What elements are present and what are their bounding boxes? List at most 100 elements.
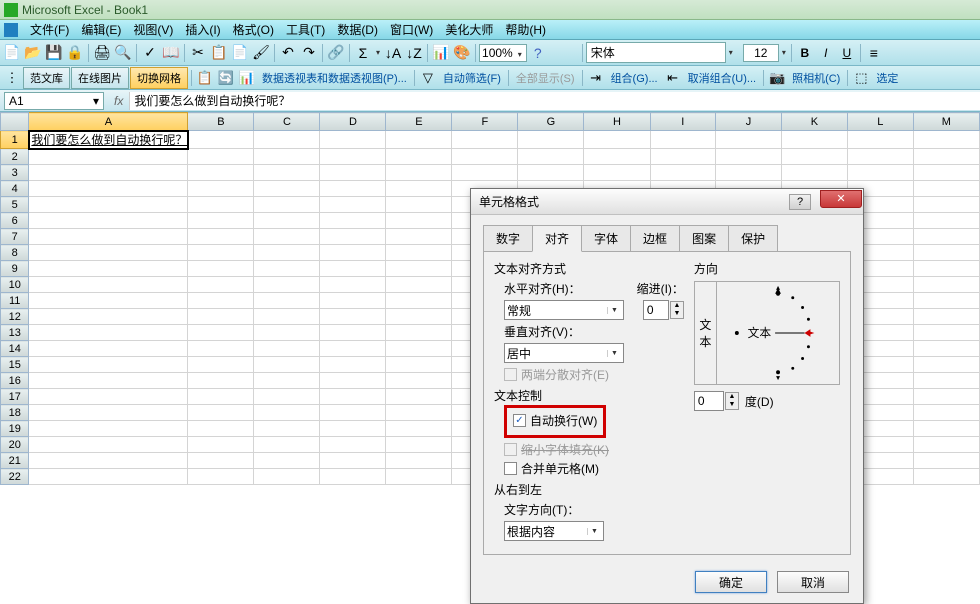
row-header-20[interactable]: 20 (1, 437, 29, 453)
degrees-input[interactable] (694, 391, 724, 411)
cell-D16[interactable] (320, 373, 386, 389)
cell-M12[interactable] (913, 309, 979, 325)
cell-E12[interactable] (386, 309, 452, 325)
row-header-3[interactable]: 3 (1, 165, 29, 181)
cell-G3[interactable] (518, 165, 584, 181)
cell-L1[interactable] (847, 131, 913, 149)
group-link[interactable]: 组合(G)... (607, 70, 662, 86)
cell-K2[interactable] (781, 149, 847, 165)
h-align-select[interactable]: 常规 ▼ (504, 300, 624, 320)
cell-M17[interactable] (913, 389, 979, 405)
drawing-icon[interactable]: 🎨 (452, 43, 472, 63)
cell-D21[interactable] (320, 453, 386, 469)
pivot-refresh-icon[interactable]: 🔄 (216, 68, 236, 88)
cell-D19[interactable] (320, 421, 386, 437)
cell-B2[interactable] (188, 149, 254, 165)
cell-B3[interactable] (188, 165, 254, 181)
cell-A18[interactable] (29, 405, 188, 421)
auto-filter-link[interactable]: 自动筛选(F) (439, 70, 505, 86)
cell-G1[interactable] (518, 131, 584, 149)
cell-C20[interactable] (254, 437, 320, 453)
cell-E8[interactable] (386, 245, 452, 261)
row-header-6[interactable]: 6 (1, 213, 29, 229)
cell-D15[interactable] (320, 357, 386, 373)
cell-D9[interactable] (320, 261, 386, 277)
cell-M4[interactable] (913, 181, 979, 197)
cell-E6[interactable] (386, 213, 452, 229)
indent-spinner[interactable]: ▲▼ (670, 301, 684, 319)
cell-J2[interactable] (716, 149, 782, 165)
cell-M8[interactable] (913, 245, 979, 261)
cell-M10[interactable] (913, 277, 979, 293)
cell-M21[interactable] (913, 453, 979, 469)
cell-C21[interactable] (254, 453, 320, 469)
menu-insert[interactable]: 插入(I) (179, 21, 226, 38)
italic-button[interactable]: I (816, 43, 836, 63)
cell-A22[interactable] (29, 469, 188, 485)
cell-D13[interactable] (320, 325, 386, 341)
autosum-icon[interactable]: Σ (353, 43, 373, 63)
fx-label[interactable]: fx (108, 94, 129, 108)
cell-E14[interactable] (386, 341, 452, 357)
pivot-link[interactable]: 数据透视表和数据透视图(P)... (258, 70, 411, 86)
cell-M19[interactable] (913, 421, 979, 437)
cell-B9[interactable] (188, 261, 254, 277)
print-icon[interactable]: 🖨 (92, 43, 112, 63)
indent-input[interactable] (643, 300, 669, 320)
open-icon[interactable]: 📂 (23, 43, 43, 63)
select-all-corner[interactable] (1, 113, 29, 131)
row-header-13[interactable]: 13 (1, 325, 29, 341)
cell-B14[interactable] (188, 341, 254, 357)
menu-data[interactable]: 数据(D) (331, 21, 384, 38)
cell-C18[interactable] (254, 405, 320, 421)
cell-B4[interactable] (188, 181, 254, 197)
cell-D5[interactable] (320, 197, 386, 213)
autosum-dropdown-icon[interactable]: ▾ (374, 48, 382, 57)
cell-B18[interactable] (188, 405, 254, 421)
pivot-icon[interactable]: 📊 (237, 68, 257, 88)
cell-C13[interactable] (254, 325, 320, 341)
spell-icon[interactable]: ✓ (140, 43, 160, 63)
cell-E21[interactable] (386, 453, 452, 469)
tab-number[interactable]: 数字 (483, 225, 533, 252)
cell-C7[interactable] (254, 229, 320, 245)
cell-C17[interactable] (254, 389, 320, 405)
cancel-button[interactable]: 取消 (777, 571, 849, 593)
cell-C12[interactable] (254, 309, 320, 325)
cell-A2[interactable] (29, 149, 188, 165)
toolbar-handle-icon[interactable]: ⋮ (2, 68, 22, 88)
ok-button[interactable]: 确定 (695, 571, 767, 593)
cell-F1[interactable] (452, 131, 518, 149)
cell-I3[interactable] (650, 165, 716, 181)
cell-E16[interactable] (386, 373, 452, 389)
group-icon[interactable]: ⇥ (586, 68, 606, 88)
row-header-2[interactable]: 2 (1, 149, 29, 165)
cell-E20[interactable] (386, 437, 452, 453)
cell-M13[interactable] (913, 325, 979, 341)
font-size-input[interactable]: 12 (743, 44, 779, 62)
cell-C2[interactable] (254, 149, 320, 165)
cell-D4[interactable] (320, 181, 386, 197)
zoom-input[interactable]: 100% ▾ (479, 44, 527, 62)
cell-A9[interactable] (29, 261, 188, 277)
degrees-spinner[interactable]: ▲▼ (725, 392, 739, 410)
cell-C9[interactable] (254, 261, 320, 277)
cell-B15[interactable] (188, 357, 254, 373)
column-header-E[interactable]: E (386, 113, 452, 131)
cell-E9[interactable] (386, 261, 452, 277)
chart-icon[interactable]: 📊 (431, 43, 451, 63)
column-header-H[interactable]: H (584, 113, 650, 131)
cell-A3[interactable] (29, 165, 188, 181)
save-icon[interactable]: 💾 (44, 43, 64, 63)
cell-A12[interactable] (29, 309, 188, 325)
cell-D11[interactable] (320, 293, 386, 309)
new-icon[interactable]: 📄 (2, 43, 22, 63)
row-header-7[interactable]: 7 (1, 229, 29, 245)
format-painter-icon[interactable]: 🖌 (251, 43, 271, 63)
cell-D12[interactable] (320, 309, 386, 325)
cell-C4[interactable] (254, 181, 320, 197)
cell-M7[interactable] (913, 229, 979, 245)
v-align-select[interactable]: 居中 ▼ (504, 343, 624, 363)
formula-input[interactable]: 我们要怎么做到自动换行呢？ (129, 92, 980, 110)
cell-A15[interactable] (29, 357, 188, 373)
